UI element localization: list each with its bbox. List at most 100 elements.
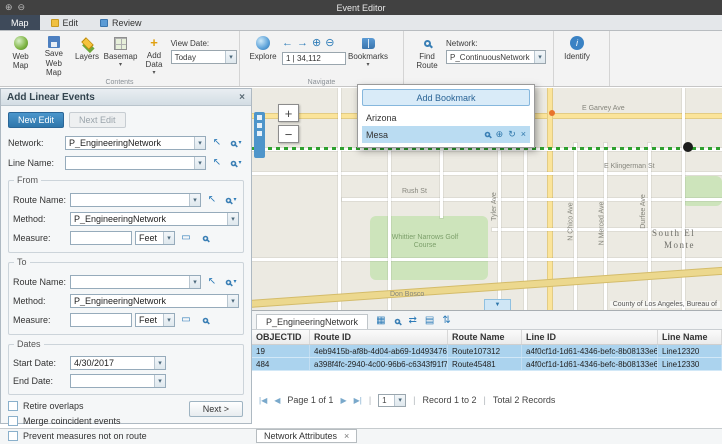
layers-button[interactable]: Layers [70, 33, 103, 77]
line-select-on-map-icon[interactable]: ↖ [209, 155, 225, 171]
table-row[interactable]: 19 4eb9415b-af8b-4d04-ab69-1d4934768302b… [252, 345, 722, 358]
network-zoom-menu-icon[interactable]: ▾ [228, 135, 244, 151]
next-edit-button[interactable]: Next Edit [69, 112, 126, 128]
next-page-icon[interactable]: ▶ [340, 396, 346, 405]
from-unit-select[interactable]: Feet ▾ [135, 231, 175, 245]
zoom-out-tool-icon[interactable]: ⊖ [325, 38, 334, 49]
from-measure-tool-icon[interactable]: ▭ [178, 230, 194, 246]
save-web-map-label: Save Web Map [37, 49, 70, 77]
explore-button[interactable]: Explore [244, 33, 282, 77]
map-scale-input[interactable]: 1 | 34,112 [282, 52, 346, 65]
grid-tab-engineering-network[interactable]: P_EngineeringNetwork [256, 314, 368, 329]
to-method-select[interactable]: P_EngineeringNetwork ▾ [70, 294, 239, 308]
panel-network-select[interactable]: P_EngineeringNetwork ▾ [65, 136, 206, 150]
tab-edit[interactable]: Edit [40, 15, 90, 30]
to-route-name-select[interactable]: ▾ [70, 275, 201, 289]
cell-objectid: 19 [252, 345, 310, 357]
tab-edit-label: Edit [63, 18, 79, 28]
grid-options-icon[interactable]: ▦ [376, 316, 385, 326]
from-method-label: Method: [13, 214, 67, 224]
bookmark-zoom-icon[interactable] [484, 132, 490, 138]
to-measure-input[interactable] [70, 313, 132, 327]
grid-export-icon[interactable]: ▤ [425, 316, 434, 326]
from-route-zoom-menu-icon[interactable]: ▾ [223, 192, 239, 208]
previous-page-icon[interactable]: ◀ [274, 396, 280, 405]
map-zoom-in-button[interactable]: + [278, 104, 299, 122]
map-zoom-out-button[interactable]: − [278, 125, 299, 143]
add-bookmark-button[interactable]: Add Bookmark [362, 89, 530, 106]
from-group: From Route Name: ▾ ↖ ▾ Method: P_Enginee… [8, 180, 244, 253]
dropdown-icon: ▾ [227, 213, 238, 225]
end-date-input[interactable]: ▾ [70, 374, 166, 388]
identify-button[interactable]: i Identify [558, 33, 596, 77]
ribbon-group-route: Find Route Network: P_ContinuousNetwork … [404, 31, 554, 86]
to-route-select-on-map-icon[interactable]: ↖ [204, 274, 220, 290]
bookmark-pan-icon[interactable]: ⊕ [496, 130, 504, 139]
to-unit-select[interactable]: Feet ▾ [135, 313, 175, 327]
to-measure-zoom-icon[interactable] [197, 312, 213, 328]
line-name-select[interactable]: ▾ [65, 156, 206, 170]
bookmark-delete-icon[interactable]: × [521, 130, 526, 139]
table-row[interactable]: 484 a398f4fc-2940-4c00-96b6-c6343f91f711… [252, 358, 722, 371]
last-page-icon[interactable]: ▶| [354, 396, 362, 405]
column-header-route-name[interactable]: Route Name [448, 330, 522, 344]
retire-overlaps-checkbox[interactable] [8, 401, 18, 411]
column-header-line-name[interactable]: Line Name [658, 330, 722, 344]
next-extent-icon[interactable]: → [297, 38, 308, 49]
map-zoom-control: + − [278, 104, 299, 146]
bookmark-item-arizona[interactable]: Arizona [362, 109, 530, 126]
from-route-select-on-map-icon[interactable]: ↖ [204, 192, 220, 208]
layers-icon [81, 37, 93, 49]
line-zoom-menu-icon[interactable]: ▾ [228, 155, 244, 171]
bookmarks-button[interactable]: Bookmarks ▾ [346, 33, 390, 77]
web-map-button[interactable]: Web Map [4, 33, 37, 77]
grid-pagination: |◀ ◀ Page 1 of 1 ▶ ▶| | 1 ▾ | Record 1 t… [252, 391, 722, 409]
basemap-button[interactable]: Basemap ▾ [104, 33, 138, 77]
prevent-measures-checkbox[interactable] [8, 431, 18, 441]
page-size-select[interactable]: 1 ▾ [378, 394, 406, 407]
start-date-input[interactable]: 4/30/2017 ▾ [70, 356, 166, 370]
road [252, 172, 722, 175]
grid-sort-icon[interactable]: ⇅ [442, 316, 450, 326]
add-data-button[interactable]: + Add Data ▾ [137, 33, 170, 77]
network-select-on-map-icon[interactable]: ↖ [209, 135, 225, 151]
identify-icon: i [570, 36, 584, 50]
cell-line-id: a4f0cf1d-1d61-4346-befc-8b08133e681e [522, 358, 658, 370]
from-method-select[interactable]: P_EngineeringNetwork ▾ [70, 212, 239, 226]
prevent-measures-label: Prevent measures not on route [23, 431, 147, 441]
from-measure-zoom-icon[interactable] [197, 230, 213, 246]
bookmark-item-mesa[interactable]: Mesa ⊕ ↻ × [362, 126, 530, 143]
from-measure-input[interactable] [70, 231, 132, 245]
network-select[interactable]: P_ContinuousNetwork ▾ [446, 50, 546, 64]
tab-network-attributes[interactable]: Network Attributes × [256, 429, 357, 443]
first-page-icon[interactable]: |◀ [259, 396, 267, 405]
bookmark-refresh-icon[interactable]: ↻ [508, 130, 516, 139]
route-end-marker [683, 142, 693, 152]
save-web-map-button[interactable]: Save Web Map [37, 33, 70, 77]
map-side-toolbar[interactable] [254, 112, 265, 158]
column-header-line-id[interactable]: Line ID [522, 330, 658, 344]
grid-zoom-to-selection-icon[interactable] [394, 318, 400, 324]
poi-marker [549, 110, 555, 116]
find-route-button[interactable]: Find Route [408, 33, 446, 77]
previous-extent-icon[interactable]: ← [282, 38, 293, 49]
view-date-select[interactable]: Today ▾ [171, 50, 237, 64]
page-label: Page 1 of 1 [287, 395, 333, 405]
panel-collapse-handle[interactable]: ▼ [484, 299, 511, 310]
merge-coincident-option: Merge coincident events [8, 416, 244, 426]
grid-switch-selection-icon[interactable]: ⇄ [409, 316, 417, 326]
column-header-objectid[interactable]: OBJECTID [252, 330, 310, 344]
to-measure-tool-icon[interactable]: ▭ [178, 312, 194, 328]
zoom-in-tool-icon[interactable]: ⊕ [312, 38, 321, 49]
merge-coincident-checkbox[interactable] [8, 416, 18, 426]
tab-map[interactable]: Map [0, 15, 40, 30]
close-tab-icon[interactable]: × [344, 431, 349, 441]
add-linear-events-panel: Add Linear Events × New Edit Next Edit N… [0, 88, 252, 424]
tab-review[interactable]: Review [89, 15, 153, 30]
next-button[interactable]: Next > [189, 401, 243, 417]
column-header-route-id[interactable]: Route ID [310, 330, 448, 344]
new-edit-button[interactable]: New Edit [8, 112, 64, 128]
to-route-zoom-menu-icon[interactable]: ▾ [223, 274, 239, 290]
from-route-name-select[interactable]: ▾ [70, 193, 201, 207]
panel-close-icon[interactable]: × [239, 92, 245, 103]
